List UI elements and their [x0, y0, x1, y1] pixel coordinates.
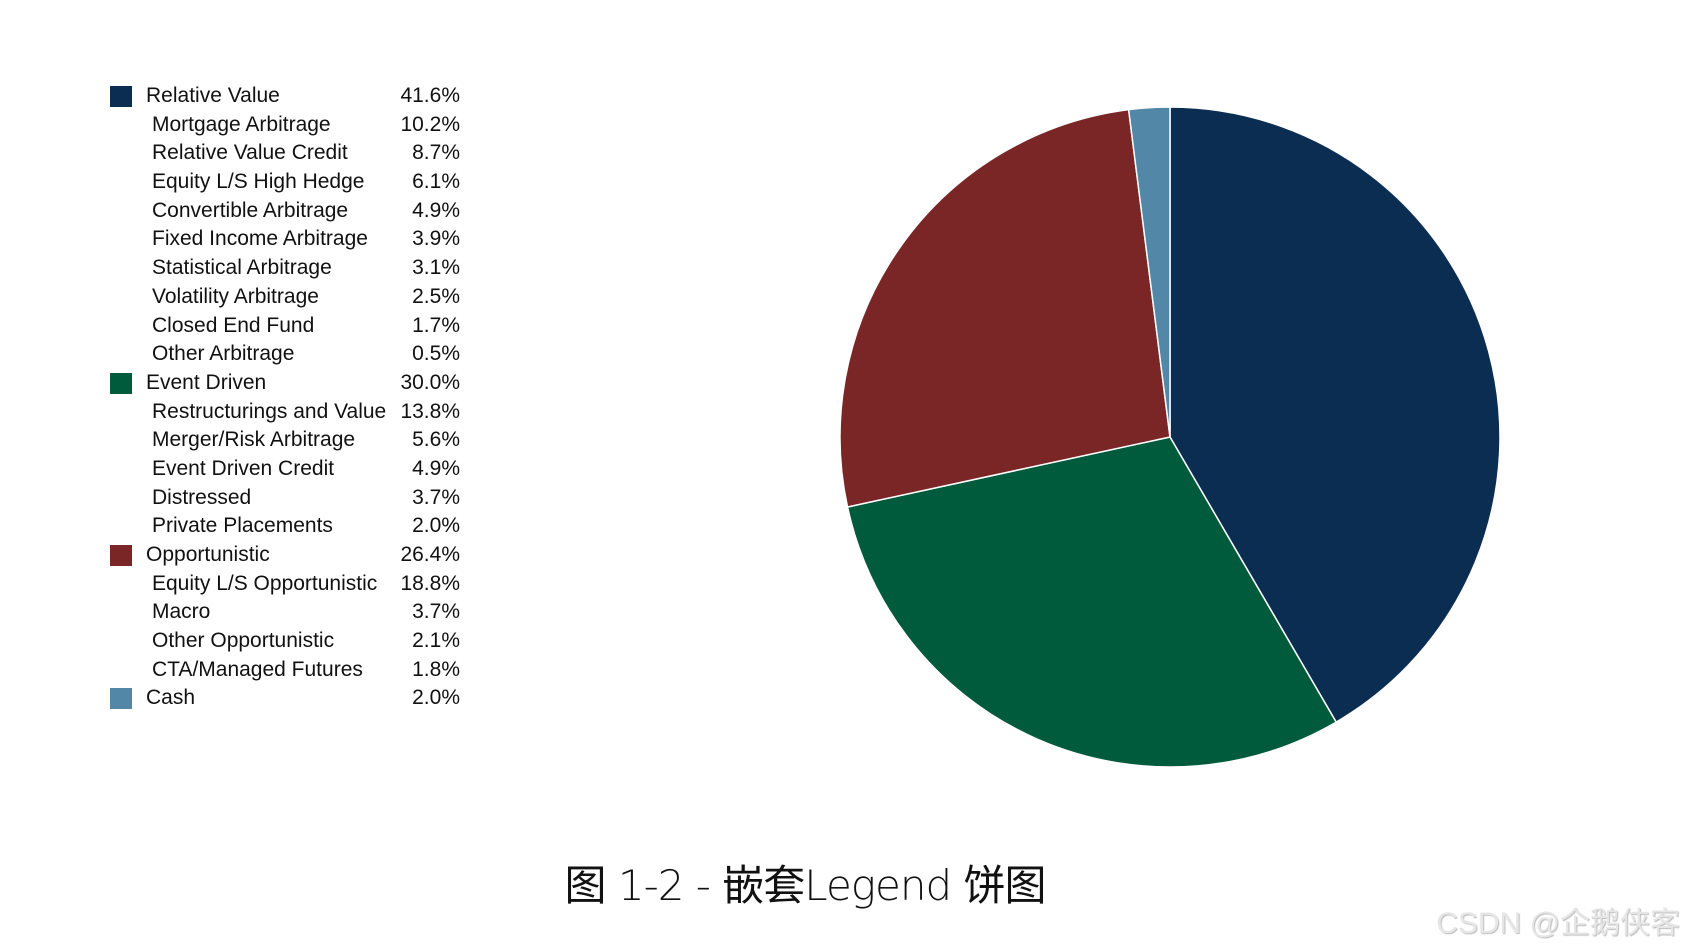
pie-slice-opportunistic: [839, 108, 1171, 508]
pie-chart: [839, 106, 1501, 768]
figure-caption: 图 1-2 - 嵌套Legend 饼图: [564, 861, 1047, 910]
watermark: CSDN @企鹅侠客: [1436, 907, 1680, 940]
